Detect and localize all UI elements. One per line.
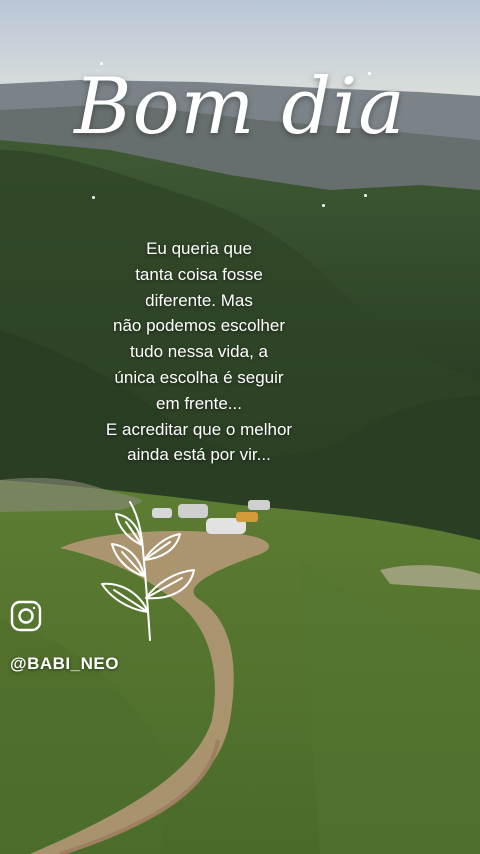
quote-text: Eu queria que tanta coisa fosse diferent…	[105, 239, 293, 465]
story-frame: Bom dia Eu queria que tanta coisa fosse …	[0, 0, 480, 854]
sparkle-decoration	[92, 196, 95, 199]
sparkle-decoration	[322, 204, 325, 207]
greeting-title: Bom dia	[74, 62, 406, 152]
social-handle[interactable]: @BABI_NEO	[10, 654, 119, 674]
instagram-icon[interactable]	[10, 600, 42, 632]
leaf-branch-icon	[101, 501, 195, 641]
sparkle-decoration	[364, 194, 367, 197]
